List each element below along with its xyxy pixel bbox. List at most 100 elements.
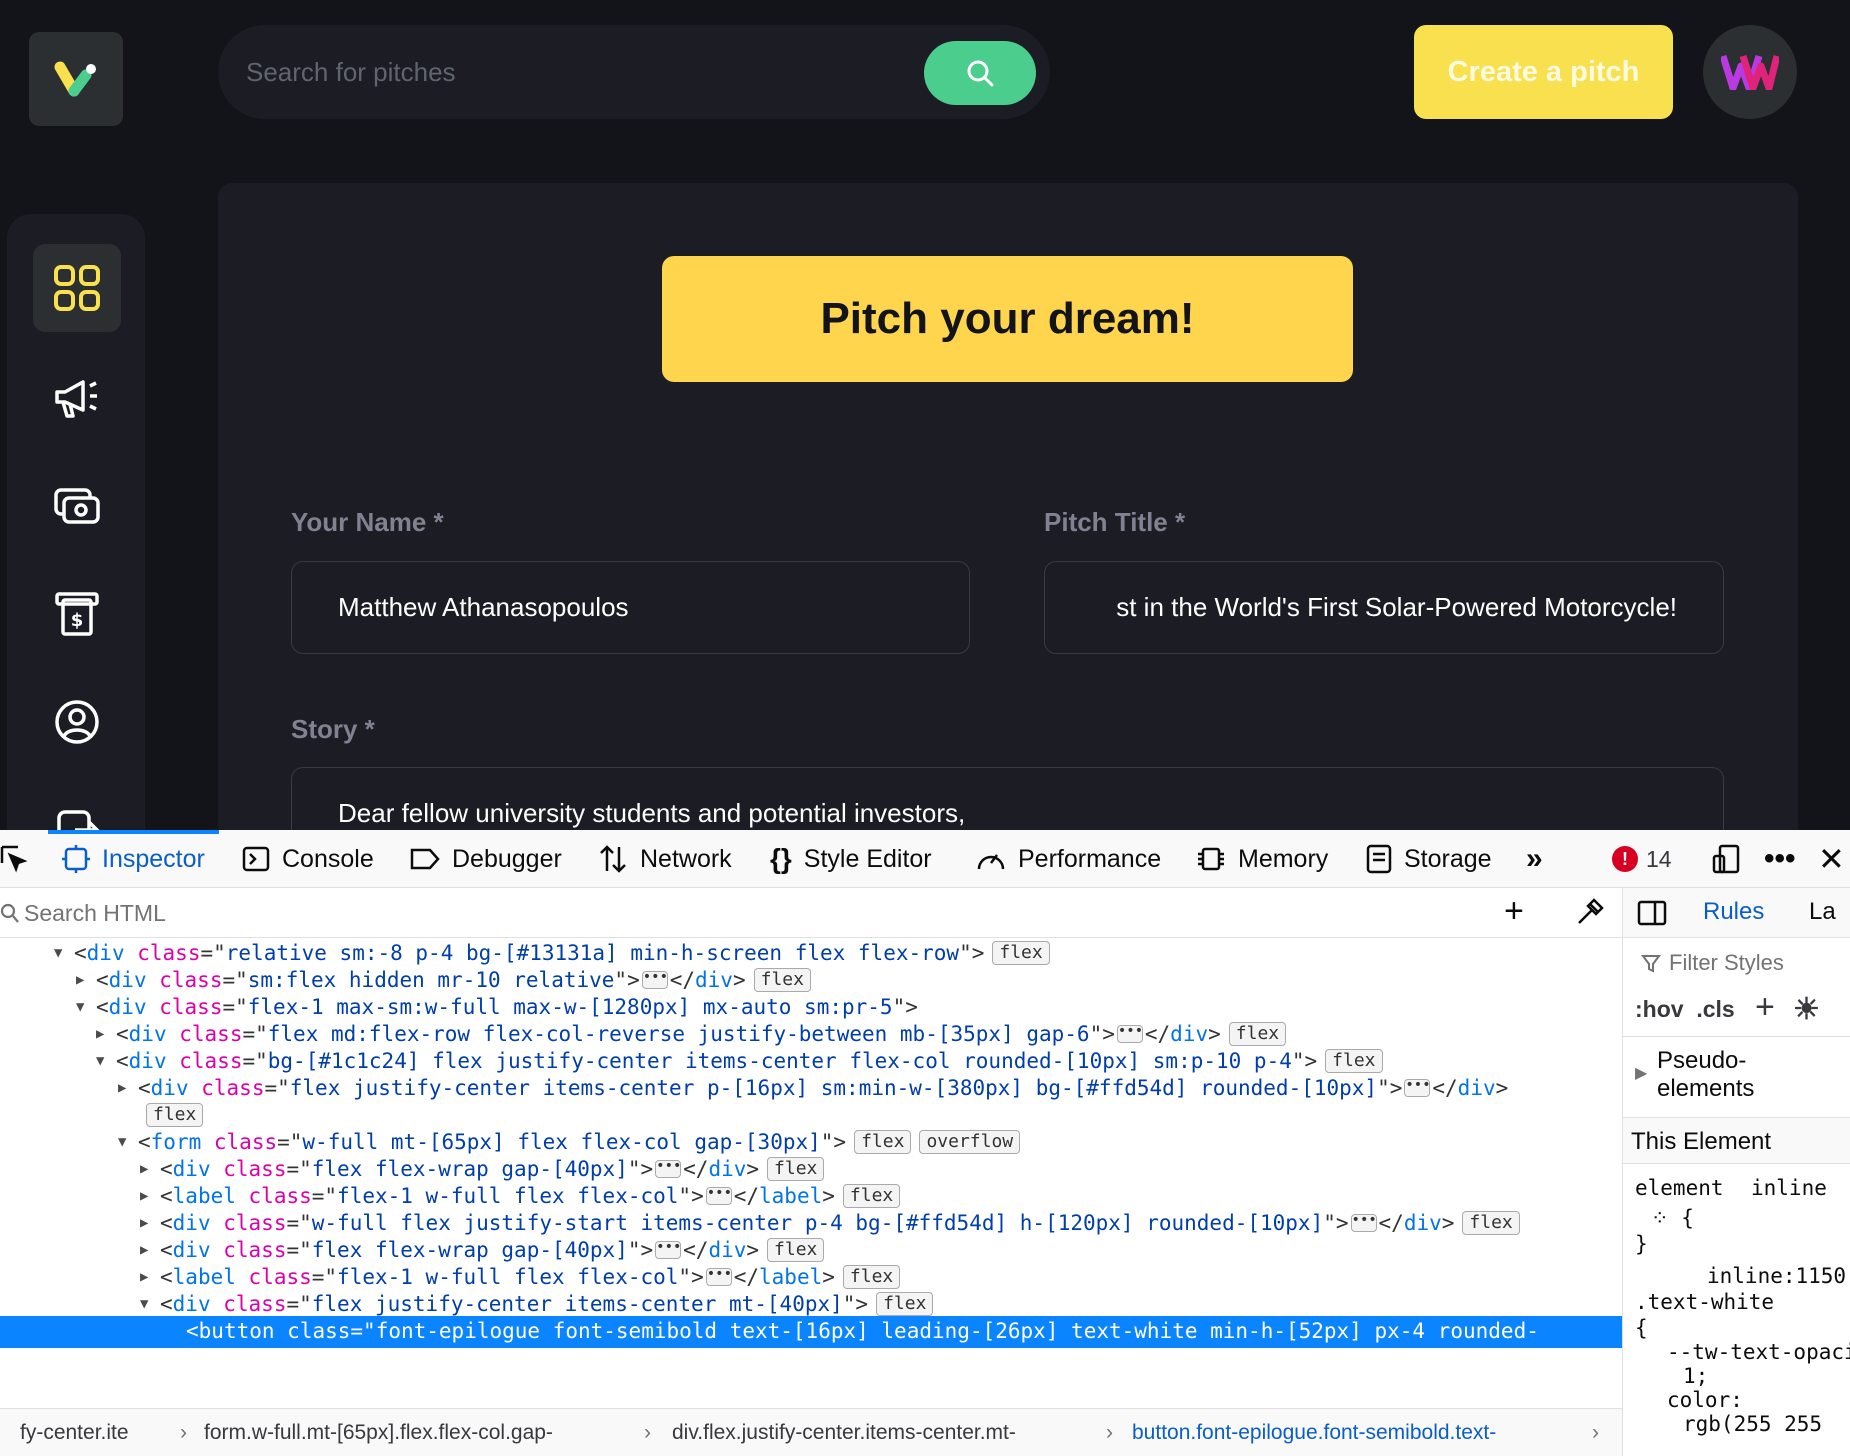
node-tag: div: [172, 1157, 211, 1181]
css-property[interactable]: --tw-text-opacity: [1667, 1340, 1850, 1364]
app-logo[interactable]: [29, 32, 123, 126]
tab-debugger[interactable]: Debugger: [410, 830, 562, 888]
flex-badge[interactable]: flex: [146, 1103, 204, 1127]
sidebar-item-payment[interactable]: [33, 462, 121, 550]
name-field[interactable]: Matthew Athanasopoulos: [291, 561, 970, 654]
flex-badge[interactable]: flex: [1462, 1211, 1520, 1235]
node-class: bg-[#1c1c24] flex justify-center items-c…: [267, 1049, 1292, 1073]
responsive-design-button[interactable]: [1712, 830, 1742, 888]
pseudo-class-toggles: :hov .cls + ☀: [1635, 988, 1820, 1026]
breadcrumb-item[interactable]: div.flex.justify-center.items-center.mt-: [672, 1421, 1016, 1445]
pick-element-button[interactable]: [0, 830, 32, 888]
sidebar-item-campaign[interactable]: [33, 354, 121, 442]
node-class: sm:flex hidden mr-10 relative: [247, 968, 615, 992]
ellipsis-button[interactable]: •••: [705, 1186, 732, 1205]
flex-badge[interactable]: flex: [767, 1238, 825, 1262]
rule-source[interactable]: inline:1150: [1707, 1264, 1846, 1288]
close-icon: ✕: [1818, 841, 1845, 877]
sidebar-item-withdraw[interactable]: $: [33, 570, 121, 658]
ellipsis-button[interactable]: •••: [655, 1159, 681, 1178]
filter-icon: [1641, 955, 1661, 973]
tab-memory[interactable]: Memory: [1196, 830, 1328, 888]
megaphone-icon: [55, 380, 97, 418]
css-value[interactable]: rgb(255 255: [1683, 1412, 1822, 1436]
tab-inspector[interactable]: Inspector: [48, 830, 219, 888]
tab-rules[interactable]: Rules: [1703, 898, 1764, 926]
ellipsis-button[interactable]: •••: [705, 1267, 732, 1286]
create-pitch-button[interactable]: Create a pitch: [1414, 25, 1673, 119]
ellipsis-button[interactable]: •••: [1116, 1024, 1143, 1043]
search-button[interactable]: [924, 41, 1036, 105]
selected-tree-node[interactable]: < button class =" font-epilogue font-semibo…: [0, 1316, 1622, 1348]
avatar[interactable]: [1703, 25, 1797, 119]
ellipsis-button[interactable]: •••: [1350, 1213, 1377, 1232]
markup-tree: ▼ < div class =" relative sm:-8 p-4 bg-[#131…: [0, 938, 1622, 1408]
breadcrumb-separator-icon: ›: [644, 1421, 651, 1444]
console-icon: [242, 846, 270, 872]
sidebar-item-dashboard[interactable]: [33, 244, 121, 332]
search-input[interactable]: [246, 47, 866, 97]
hov-toggle[interactable]: :hov: [1635, 996, 1684, 1022]
flex-badge[interactable]: flex: [1325, 1049, 1383, 1073]
node-tag: div: [172, 1292, 211, 1316]
breadcrumb-item-current[interactable]: button.font-epilogue.font-semibold.text-: [1132, 1421, 1496, 1445]
breadcrumb-item[interactable]: form.w-full.mt-[65px].flex.flex-col.gap-: [204, 1421, 553, 1445]
add-rule-icon[interactable]: +: [1755, 988, 1775, 1027]
flex-badge[interactable]: flex: [842, 1184, 901, 1208]
breadcrumb-item[interactable]: fy-center.ite: [20, 1421, 129, 1445]
light-theme-icon[interactable]: ☀: [1793, 992, 1820, 1027]
more-tools-button[interactable]: »: [1526, 830, 1543, 888]
storage-icon: [1366, 844, 1392, 874]
cls-toggle[interactable]: .cls: [1696, 996, 1734, 1022]
flex-badge[interactable]: flex: [767, 1157, 825, 1181]
inspector-icon: [62, 845, 90, 873]
css-value[interactable]: 1;: [1683, 1364, 1708, 1388]
node-class: flex justify-center items-center p-[16px…: [289, 1076, 1378, 1100]
breadcrumb-scroll-right-icon[interactable]: ›: [1592, 1421, 1599, 1445]
sidebar-item-logout[interactable]: [33, 786, 121, 830]
tab-style-editor[interactable]: {} Style Editor: [770, 830, 932, 888]
close-devtools-button[interactable]: ✕: [1818, 830, 1845, 888]
story-value: Dear fellow university students and pote…: [338, 798, 966, 828]
node-tag: div: [128, 1049, 167, 1073]
sidebar-item-profile[interactable]: [33, 678, 121, 766]
tab-network[interactable]: Network: [598, 830, 732, 888]
options-menu-button[interactable]: •••: [1764, 830, 1796, 888]
payment-receipt-icon: $: [55, 592, 99, 636]
tab-performance[interactable]: Performance: [976, 830, 1161, 888]
title-field[interactable]: st in the World's First Solar-Powered Mo…: [1044, 561, 1724, 654]
flex-badge[interactable]: flex: [1228, 1022, 1287, 1046]
responsive-design-icon: [1712, 844, 1740, 874]
tab-storage[interactable]: Storage: [1366, 830, 1492, 888]
name-label: Your Name *: [291, 507, 444, 537]
pick-element-icon: [0, 845, 28, 873]
rule-selector[interactable]: .text-white: [1635, 1290, 1774, 1314]
ellipsis-button[interactable]: •••: [641, 970, 668, 989]
rules-tabs: Rules La: [1623, 888, 1850, 938]
ellipsis-button[interactable]: •••: [655, 1240, 681, 1259]
css-property[interactable]: color:: [1667, 1388, 1743, 1412]
flex-badge[interactable]: flex: [876, 1292, 934, 1316]
error-count-button[interactable]: ! 14: [1612, 842, 1672, 876]
toggle-panel-icon[interactable]: [1637, 900, 1667, 926]
overflow-badge[interactable]: overflow: [919, 1130, 1021, 1154]
node-close-tag: div: [1170, 1022, 1209, 1046]
filter-styles-placeholder: Filter Styles: [1669, 950, 1784, 975]
pseudo-elements-section[interactable]: ▶ Pseudo-elements: [1623, 1036, 1850, 1118]
element-rule[interactable]: element: [1635, 1176, 1724, 1200]
flex-badge[interactable]: flex: [854, 1130, 912, 1154]
add-node-button[interactable]: +: [1504, 892, 1524, 931]
ellipsis-button[interactable]: •••: [1404, 1078, 1431, 1097]
flex-badge[interactable]: flex: [753, 968, 811, 992]
tab-network-label: Network: [640, 844, 732, 873]
tab-layout[interactable]: La: [1809, 898, 1836, 926]
eyedropper-button[interactable]: [1576, 898, 1604, 931]
tab-console[interactable]: Console: [242, 830, 374, 888]
search-html-input[interactable]: [24, 896, 1474, 930]
flex-badge[interactable]: flex: [842, 1265, 901, 1289]
element-rule-source[interactable]: inline: [1751, 1176, 1827, 1200]
filter-styles[interactable]: Filter Styles: [1641, 950, 1784, 976]
app-viewport: Create a pitch: [0, 0, 1850, 830]
story-field[interactable]: Dear fellow university students and pote…: [291, 767, 1724, 830]
flex-badge[interactable]: flex: [992, 941, 1050, 965]
